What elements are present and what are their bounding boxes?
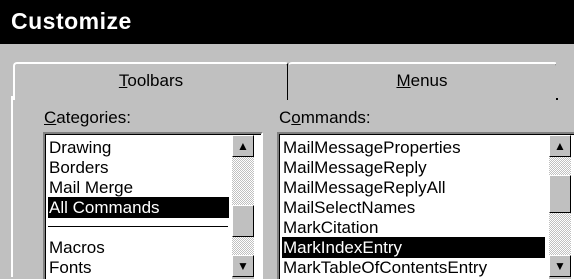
arrow-up-icon: ▲ [554, 139, 566, 153]
title-bar: Customize [0, 0, 574, 44]
tab-toolbars-label: Toolbars [118, 71, 184, 90]
categories-scroll-thumb[interactable] [232, 205, 254, 237]
categories-scroll-down-button[interactable]: ▼ [232, 255, 254, 277]
tab-panel-border [11, 96, 13, 277]
command-item[interactable]: MarkCitation [282, 217, 378, 238]
command-item[interactable]: MailMessageReply [282, 157, 427, 178]
command-item[interactable]: MailMessageProperties [282, 137, 461, 158]
category-item[interactable]: Drawing [48, 137, 111, 158]
tab-menus-label: Menus [396, 71, 448, 90]
tab-strip-edge [556, 62, 574, 98]
categories-label: Categories: [44, 108, 131, 127]
command-item[interactable]: MailSelectNames [282, 197, 415, 218]
commands-scroll-up-button[interactable]: ▲ [549, 135, 571, 157]
command-item[interactable]: MarkTableOfContentsEntry [282, 257, 487, 278]
category-item[interactable]: Fonts [48, 257, 92, 278]
category-item[interactable]: Macros [48, 237, 105, 258]
category-item[interactable]: Borders [48, 157, 109, 178]
commands-label: Commands: [279, 108, 371, 127]
category-separator [48, 226, 228, 227]
arrow-up-icon: ▲ [237, 139, 249, 153]
commands-scroll-thumb[interactable] [549, 175, 571, 213]
categories-list[interactable]: Drawing Borders Mail Merge All Commands … [43, 132, 263, 279]
category-item-selected[interactable]: All Commands [48, 197, 229, 218]
category-item[interactable]: Mail Merge [48, 177, 133, 198]
commands-scrollbar[interactable]: ▲ ▼ [549, 135, 571, 279]
command-item-selected[interactable]: MarkIndexEntry [282, 237, 545, 258]
commands-list[interactable]: MailMessageProperties MailMessageReply M… [277, 132, 574, 279]
arrow-down-icon: ▼ [237, 259, 249, 273]
arrow-down-icon: ▼ [554, 259, 566, 273]
commands-scroll-down-button[interactable]: ▼ [549, 255, 571, 277]
window-title: Customize [11, 8, 132, 34]
tab-toolbars[interactable]: Toolbars [13, 62, 289, 100]
command-item[interactable]: MailMessageReplyAll [282, 177, 446, 198]
tab-menus[interactable]: Menus [288, 62, 558, 100]
categories-scrollbar[interactable]: ▲ ▼ [232, 135, 254, 279]
categories-scroll-up-button[interactable]: ▲ [232, 135, 254, 157]
